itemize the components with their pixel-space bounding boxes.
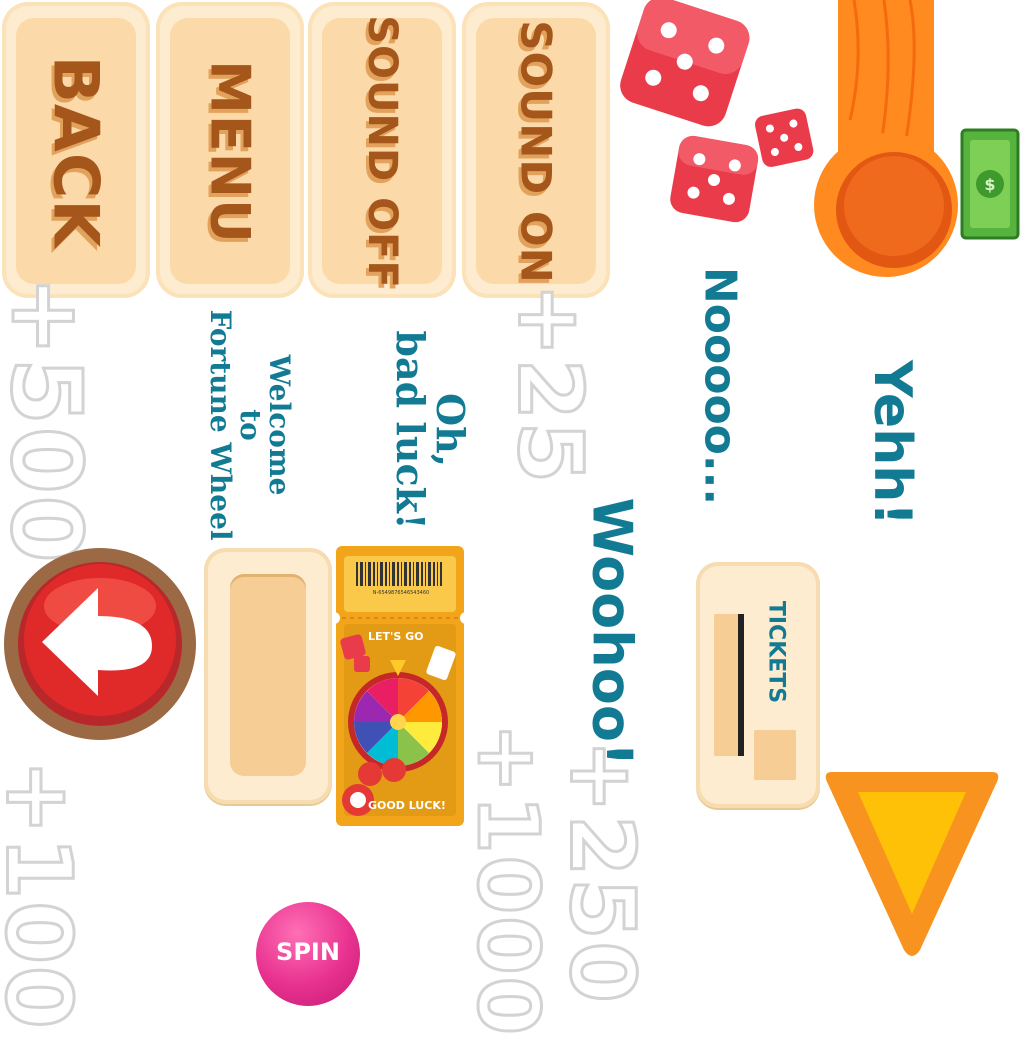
ticket-good-luck: GOOD LUCK!	[368, 799, 446, 812]
back-arrow-button[interactable]	[2, 546, 198, 742]
welcome-line-1: Welcome	[263, 354, 297, 496]
reward-250: +250	[549, 738, 655, 1006]
yehh-message: Yehh!	[862, 360, 922, 526]
thermometer-gauge-icon	[814, 0, 958, 277]
sound-on-button[interactable]: SOUND ON	[462, 2, 610, 298]
spin-button-label: SPIN	[276, 938, 340, 966]
woohoo-message: Woohoo!	[580, 497, 644, 767]
ticket-lets-go: LET'S GO	[368, 630, 424, 643]
welcome-line-2: to	[233, 409, 267, 441]
sound-off-button[interactable]: SOUND OFF	[308, 2, 456, 298]
empty-panel	[204, 548, 332, 804]
menu-button-label: MENU	[198, 60, 262, 244]
tickets-label: TICKETS	[763, 600, 789, 704]
svg-text:$: $	[984, 175, 995, 194]
spin-button[interactable]: SPIN	[256, 902, 360, 1006]
sound-on-button-label: SOUND ON	[511, 20, 561, 284]
sound-off-button-label: SOUND OFF	[359, 15, 405, 289]
bad-luck-line-1: Oh,	[427, 393, 473, 467]
tickets-panel: TICKETS	[696, 562, 820, 808]
menu-button[interactable]: MENU	[156, 2, 304, 298]
ticket-card: N-6549876546543460 LET'S GO GOOD LUCK!	[328, 546, 472, 826]
cash-icon: $	[960, 128, 1020, 240]
dice-icon	[620, 0, 814, 223]
nooo-message: Nooooo...	[694, 266, 746, 506]
tickets-count-box	[754, 730, 796, 780]
back-button[interactable]: BACK	[2, 2, 150, 298]
welcome-message: Welcome to Fortune Wheel	[204, 309, 297, 541]
reward-100: +100	[0, 758, 92, 1032]
reward-500: +500	[0, 274, 104, 566]
back-button-label: BACK	[39, 55, 113, 249]
bad-luck-message: Oh, bad luck!	[388, 330, 473, 530]
reward-1000: +1000	[458, 721, 559, 1037]
reward-25: +25	[497, 281, 603, 486]
ticket-barcode-number: N-6549876546543460	[372, 590, 430, 596]
welcome-line-3: Fortune Wheel	[204, 309, 238, 541]
pointer-triangle-icon	[825, 772, 999, 956]
bad-luck-line-2: bad luck!	[388, 330, 433, 530]
